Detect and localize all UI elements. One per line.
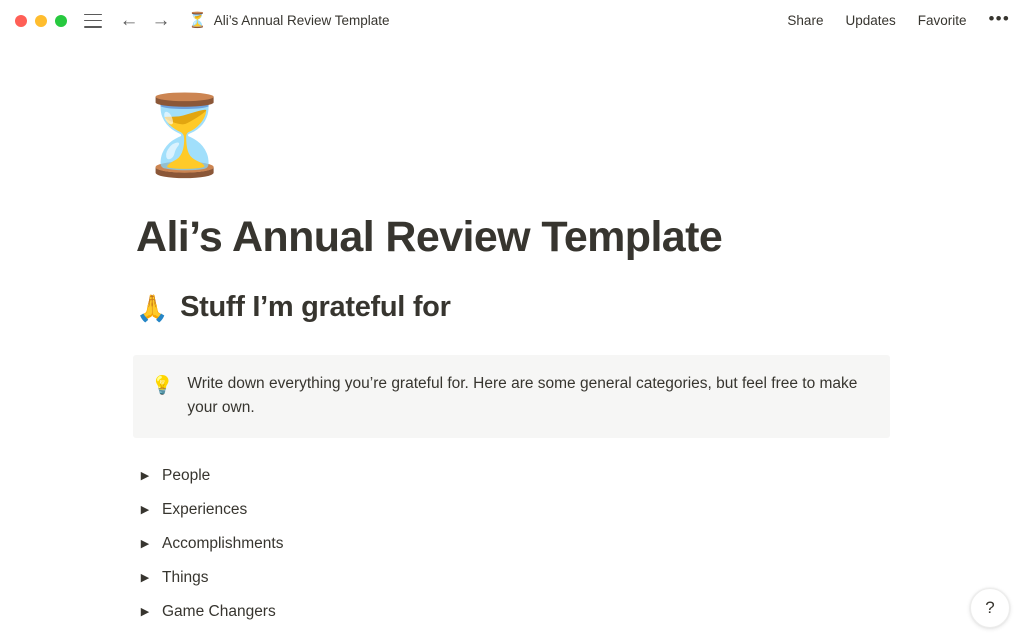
section-heading[interactable]: 🙏 Stuff I’m grateful for xyxy=(136,290,984,325)
chevron-right-icon[interactable]: ▶ xyxy=(136,538,154,550)
traffic-lights xyxy=(15,14,67,27)
page-title[interactable]: Ali’s Annual Review Template xyxy=(136,213,984,262)
share-button[interactable]: Share xyxy=(787,13,823,28)
section-heading-label: Stuff I’m grateful for xyxy=(180,291,451,324)
callout-block[interactable]: 💡 Write down everything you’re grateful … xyxy=(133,355,890,439)
page-hourglass-icon[interactable]: ⏳ xyxy=(136,96,984,184)
chevron-right-icon[interactable]: ▶ xyxy=(136,504,154,516)
navigation-arrows: ← → xyxy=(118,10,172,32)
toggle-item-label: Accomplishments xyxy=(162,535,284,553)
hamburger-line xyxy=(84,25,102,28)
maximize-window-button[interactable] xyxy=(55,14,67,27)
chevron-right-icon[interactable]: ▶ xyxy=(136,470,154,482)
folded-hands-icon: 🙏 xyxy=(136,292,169,323)
chevron-right-icon[interactable]: ▶ xyxy=(136,606,154,618)
toggle-item-experiences[interactable]: ▶ Experiences xyxy=(136,493,984,527)
toggle-list: ▶ People ▶ Experiences ▶ Accomplishments… xyxy=(136,459,984,629)
toggle-item-label: Experiences xyxy=(162,501,248,519)
toggle-item-people[interactable]: ▶ People xyxy=(136,459,984,493)
toggle-item-label: Things xyxy=(162,569,209,587)
hamburger-line xyxy=(84,19,102,22)
toggle-item-accomplishments[interactable]: ▶ Accomplishments xyxy=(136,527,984,561)
help-button[interactable]: ? xyxy=(970,588,1010,628)
window-titlebar: ← → ⏳ Ali’s Annual Review Template Share… xyxy=(0,0,1024,41)
close-window-button[interactable] xyxy=(15,14,27,27)
toggle-item-label: People xyxy=(162,467,211,485)
callout-text: Write down everything you’re grateful fo… xyxy=(187,375,858,417)
back-arrow-icon[interactable]: ← xyxy=(118,10,140,32)
lightbulb-icon: 💡 xyxy=(151,375,174,396)
hamburger-menu-icon[interactable] xyxy=(84,13,102,28)
minimize-window-button[interactable] xyxy=(35,14,47,27)
hourglass-icon: ⏳ xyxy=(188,12,207,29)
chevron-right-icon[interactable]: ▶ xyxy=(136,572,154,584)
forward-arrow-icon[interactable]: → xyxy=(150,10,172,32)
document-tab-title: Ali’s Annual Review Template xyxy=(213,13,390,28)
page-content: ⏳ Ali’s Annual Review Template 🙏 Stuff I… xyxy=(0,96,1024,629)
updates-button[interactable]: Updates xyxy=(845,13,895,28)
toggle-item-label: Game Changers xyxy=(162,603,276,621)
favorite-button[interactable]: Favorite xyxy=(918,13,967,28)
titlebar-actions: Share Updates Favorite ••• xyxy=(787,10,1010,31)
more-options-icon[interactable]: ••• xyxy=(989,10,1010,31)
hamburger-line xyxy=(84,13,102,16)
toggle-item-things[interactable]: ▶ Things xyxy=(136,561,984,595)
toggle-item-game-changers[interactable]: ▶ Game Changers xyxy=(136,595,984,629)
page-canvas: ⏳ Ali’s Annual Review Template 🙏 Stuff I… xyxy=(0,41,1024,640)
document-tab[interactable]: ⏳ Ali’s Annual Review Template xyxy=(188,13,390,28)
